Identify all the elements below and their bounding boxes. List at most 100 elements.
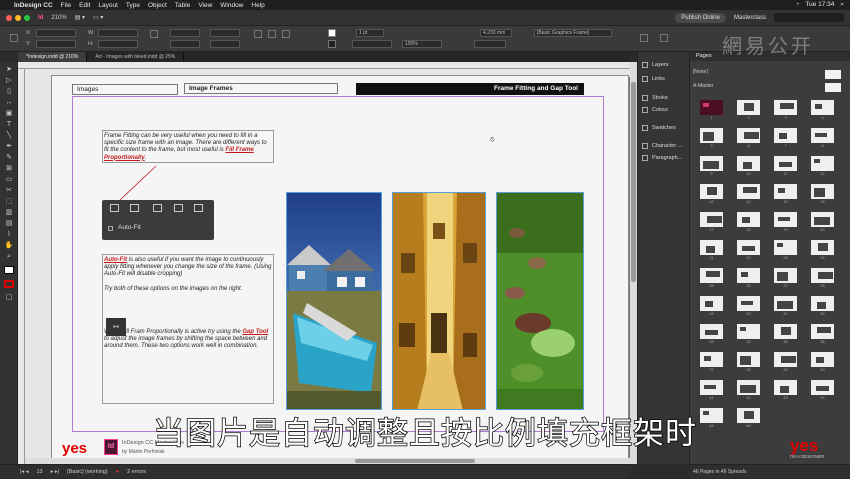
- menu-app-name[interactable]: InDesign CC: [14, 2, 53, 9]
- select-content-icon[interactable]: [282, 30, 290, 38]
- pen-tool-icon[interactable]: ✒: [4, 143, 14, 151]
- zoom-tool-icon[interactable]: ⌕: [4, 253, 14, 261]
- pencil-tool-icon[interactable]: ✎: [4, 154, 14, 162]
- center-content-icon[interactable]: [194, 204, 203, 212]
- constrain-proportions-icon[interactable]: [150, 30, 158, 38]
- menu-view[interactable]: View: [198, 2, 212, 9]
- wifi-icon[interactable]: ◔: [795, 1, 799, 9]
- stroke-type-dropdown[interactable]: [352, 40, 392, 48]
- page-thumb[interactable]: [774, 156, 797, 171]
- page-thumb[interactable]: [700, 380, 723, 395]
- next-page-icon[interactable]: ▸ ▸|: [51, 469, 59, 475]
- direct-selection-tool-icon[interactable]: ▷: [4, 77, 14, 85]
- line-tool-icon[interactable]: ╲: [4, 132, 14, 140]
- fill-frame-proportionally-icon[interactable]: [110, 204, 119, 212]
- auto-fit-text-frame[interactable]: Auto-Fit is also useful if you want the …: [102, 254, 274, 404]
- scale-x-field[interactable]: [170, 29, 200, 37]
- page-thumb[interactable]: [700, 100, 723, 115]
- x-field[interactable]: [36, 29, 76, 37]
- corner-field[interactable]: [474, 40, 506, 48]
- page-thumb[interactable]: [737, 128, 760, 143]
- rectangle-tool-icon[interactable]: ▭: [4, 176, 14, 184]
- fit-content-proportionally-icon[interactable]: [130, 204, 139, 212]
- gap-tool-icon[interactable]: ↔: [4, 99, 14, 107]
- dock-item-5[interactable]: Character ...: [642, 143, 682, 149]
- preflight-errors[interactable]: 2 errors: [127, 469, 146, 475]
- page-thumb[interactable]: [774, 100, 797, 115]
- stroke-color-icon[interactable]: [4, 280, 14, 288]
- hand-tool-icon[interactable]: ✋: [4, 242, 14, 250]
- page-thumb[interactable]: [811, 100, 834, 115]
- menu-object[interactable]: Object: [148, 2, 167, 9]
- page-thumb[interactable]: [737, 324, 760, 339]
- menu-window[interactable]: Window: [220, 2, 243, 9]
- scissors-tool-icon[interactable]: ✂: [4, 187, 14, 195]
- publish-online-button[interactable]: Publish Online: [675, 12, 726, 23]
- vertical-scroll-thumb[interactable]: [631, 82, 636, 282]
- page-thumb[interactable]: [811, 212, 834, 227]
- page-number-field[interactable]: 13: [36, 469, 42, 475]
- page-thumb[interactable]: [700, 268, 723, 283]
- note-tool-icon[interactable]: ▤: [4, 220, 14, 228]
- reference-point-icon[interactable]: [10, 34, 18, 42]
- header-frame-fitting[interactable]: Frame Fitting and Gap Tool: [356, 83, 584, 95]
- workspace-switcher[interactable]: Masterclass: [734, 15, 766, 21]
- search-icon[interactable]: ⌕: [840, 1, 844, 9]
- tab-indesign-doc[interactable]: *Indesign.indd @ 210%: [18, 52, 88, 62]
- page-thumb[interactable]: [774, 380, 797, 395]
- dock-item-3[interactable]: Colour: [642, 107, 668, 113]
- page-thumb[interactable]: [700, 324, 723, 339]
- page-thumb[interactable]: [811, 128, 834, 143]
- scale-y-field[interactable]: [170, 40, 200, 48]
- horizontal-scroll-thumb[interactable]: [355, 459, 475, 463]
- eyedropper-tool-icon[interactable]: ⌇: [4, 231, 14, 239]
- pasteboard[interactable]: Images Image Frames Frame Fitting and Ga…: [25, 69, 630, 464]
- header-image-frames[interactable]: Image Frames: [184, 83, 338, 94]
- dock-item-4[interactable]: Swatches: [642, 125, 676, 131]
- page-thumb[interactable]: [811, 324, 834, 339]
- content-collector-icon[interactable]: ▣: [4, 110, 14, 118]
- page-thumb[interactable]: [700, 296, 723, 311]
- page-thumb[interactable]: [774, 268, 797, 283]
- type-tool-icon[interactable]: T: [4, 121, 14, 129]
- page-thumb[interactable]: [811, 296, 834, 311]
- free-transform-tool-icon[interactable]: ⬚: [4, 198, 14, 206]
- frame-fitting-text-frame[interactable]: Frame Fitting can be very useful when yo…: [102, 130, 274, 163]
- page-thumb[interactable]: [811, 268, 834, 283]
- select-container-icon[interactable]: [268, 30, 276, 38]
- page-thumb[interactable]: [737, 268, 760, 283]
- image-frame-moss[interactable]: [496, 192, 584, 410]
- fill-color-icon[interactable]: [4, 266, 14, 274]
- image-frame-houses[interactable]: [286, 192, 382, 410]
- vertical-ruler[interactable]: [18, 69, 25, 464]
- flip-icon[interactable]: [254, 30, 262, 38]
- rectangle-frame-tool-icon[interactable]: ⊠: [4, 165, 14, 173]
- page-thumb[interactable]: [774, 324, 797, 339]
- master-none[interactable]: [None]: [693, 69, 708, 75]
- page-thumb[interactable]: [700, 128, 723, 143]
- page-thumb[interactable]: [737, 296, 760, 311]
- page-thumb[interactable]: [774, 240, 797, 255]
- wrap-icon[interactable]: [660, 34, 668, 42]
- page-thumb[interactable]: [700, 240, 723, 255]
- page-thumb[interactable]: [737, 352, 760, 367]
- page-thumb[interactable]: [700, 352, 723, 367]
- master-a[interactable]: A-Master: [693, 83, 713, 89]
- page-thumb[interactable]: [737, 212, 760, 227]
- y-field[interactable]: [36, 40, 76, 48]
- page-thumb[interactable]: [737, 380, 760, 395]
- page-thumb[interactable]: [811, 184, 834, 199]
- page-thumb[interactable]: [700, 184, 723, 199]
- page-thumb[interactable]: [811, 240, 834, 255]
- page-thumb[interactable]: [774, 296, 797, 311]
- page-thumb[interactable]: [737, 240, 760, 255]
- page-thumb[interactable]: [737, 184, 760, 199]
- selection-tool-icon[interactable]: ➤: [4, 66, 14, 74]
- auto-fit-label[interactable]: Auto-Fit: [118, 224, 141, 231]
- tab-art-images[interactable]: Art - Images with bleed.indd @ 25%: [87, 52, 185, 62]
- preview-mode-icon[interactable]: ▢: [4, 294, 14, 302]
- dock-item-2[interactable]: Stroke: [642, 95, 668, 101]
- menu-table[interactable]: Table: [175, 2, 191, 9]
- stock-search-input[interactable]: [774, 13, 844, 22]
- object-style-dropdown[interactable]: [Basic Graphics Frame]: [534, 29, 612, 37]
